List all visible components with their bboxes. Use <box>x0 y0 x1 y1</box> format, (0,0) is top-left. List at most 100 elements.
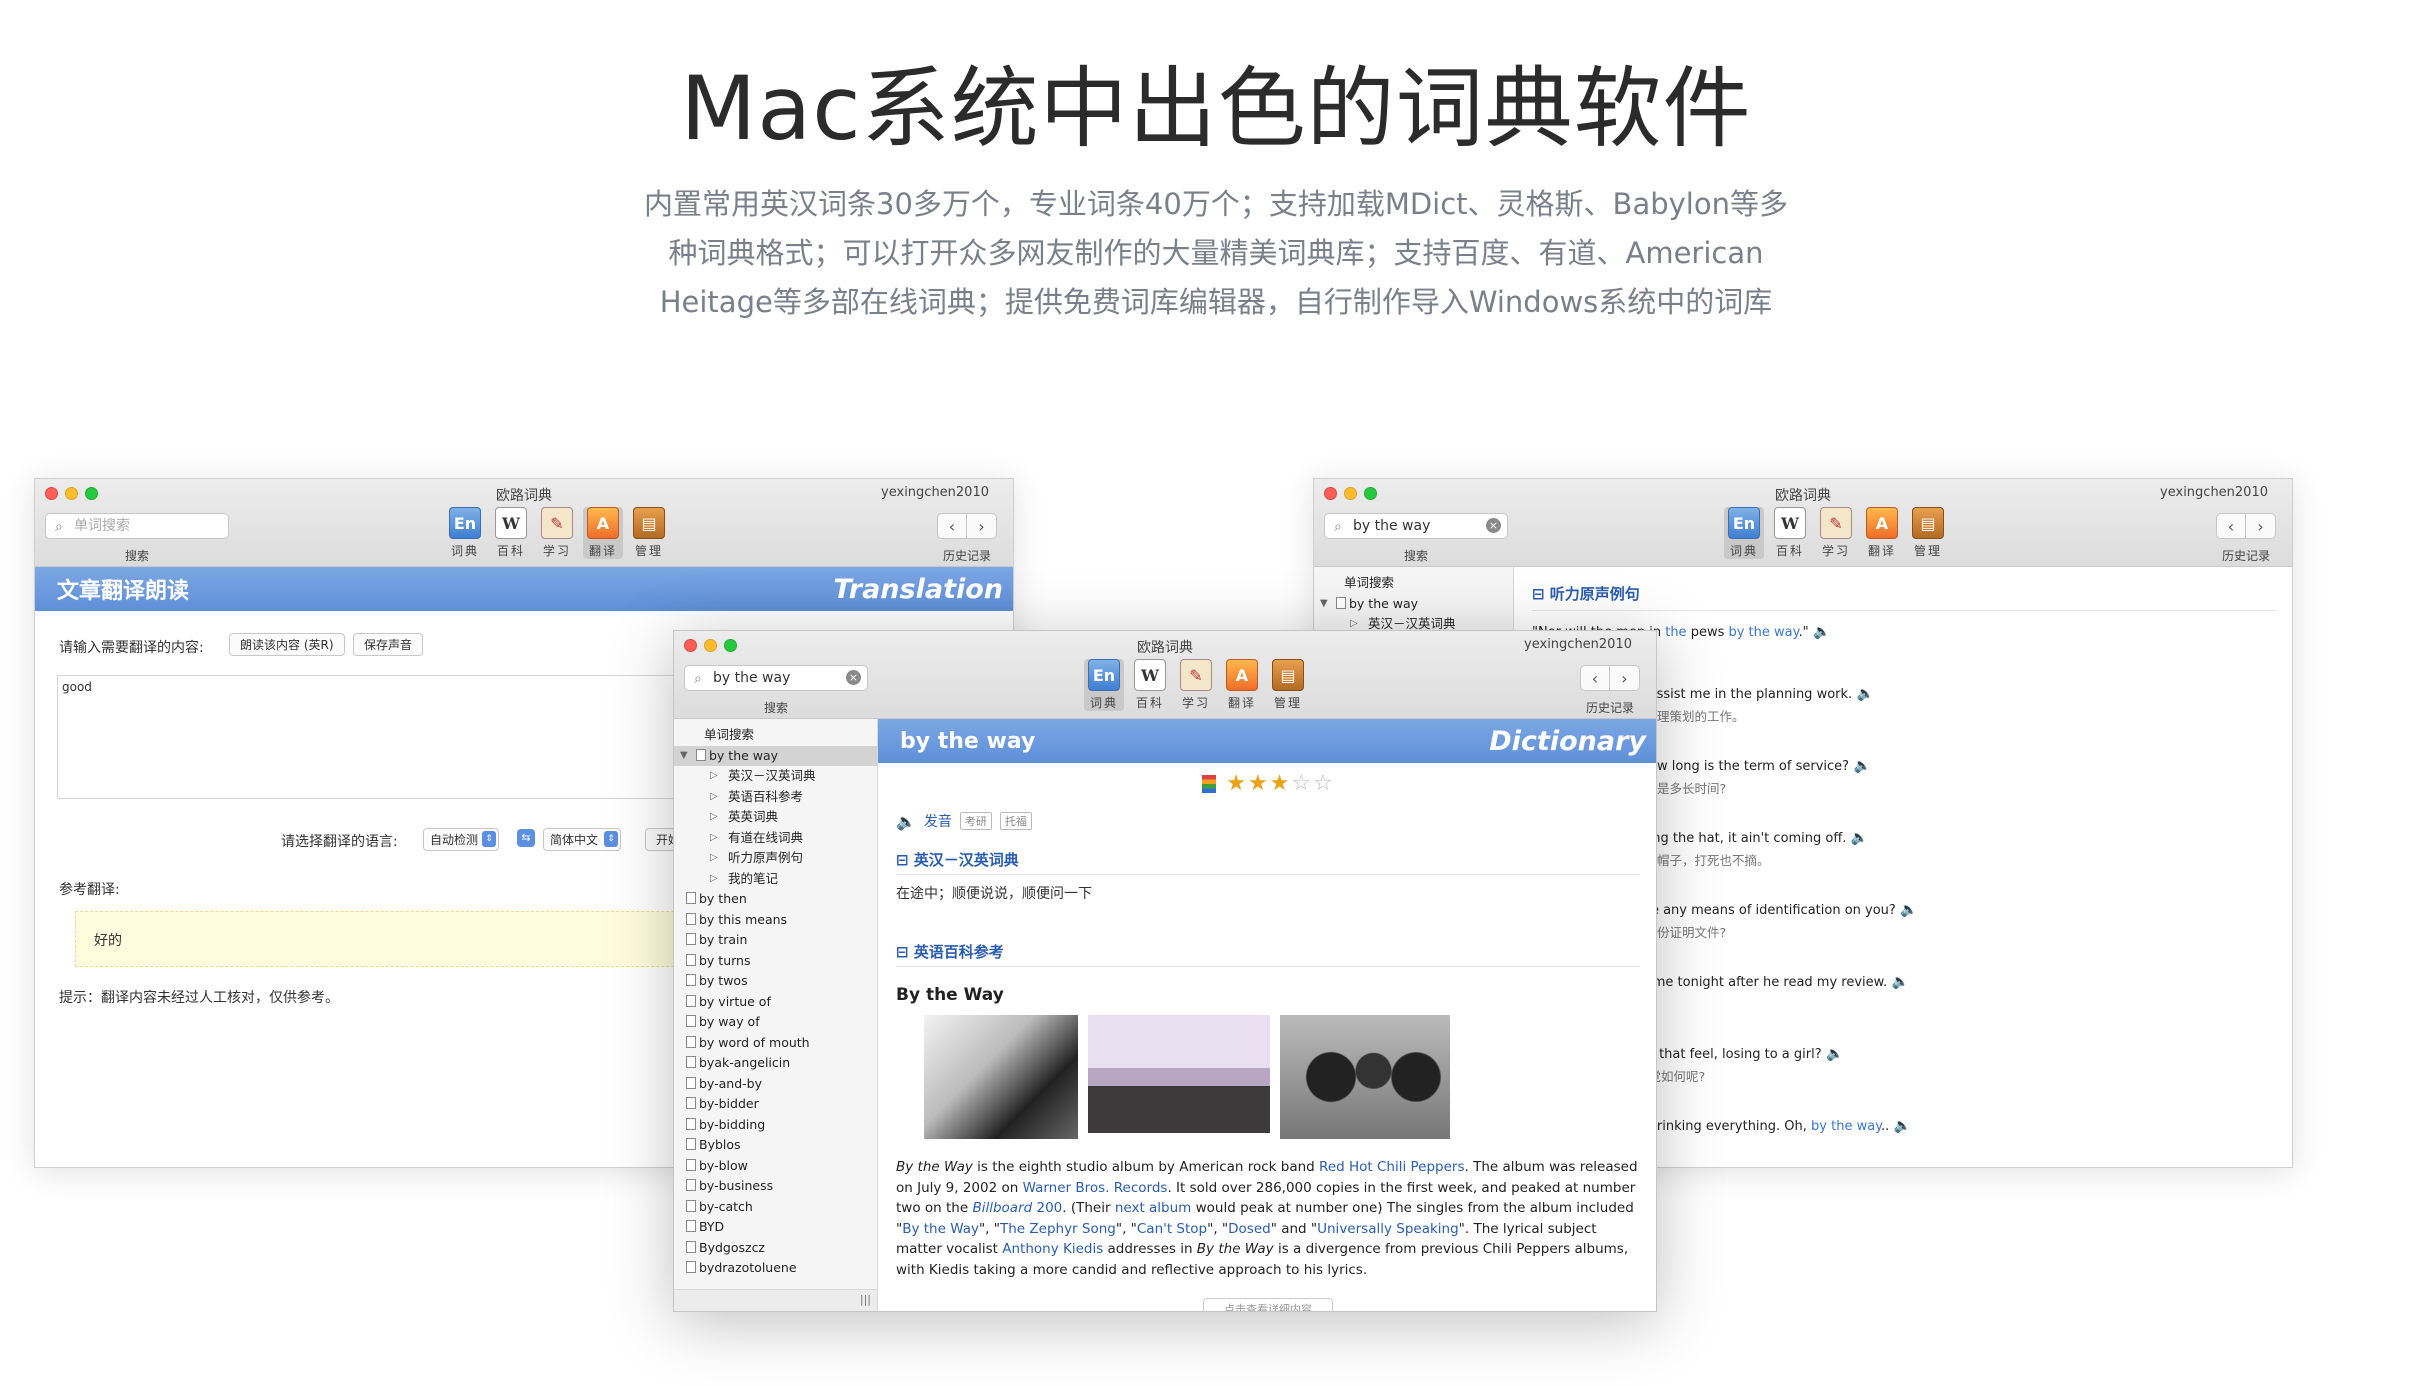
star-empty-icon[interactable]: ☆ <box>1313 771 1333 796</box>
sidebar-subentry[interactable]: ▷ 听力原声例句 <box>674 848 877 869</box>
forward-button[interactable]: › <box>1610 665 1640 691</box>
sidebar-word[interactable]: by-bidding <box>674 1115 877 1136</box>
album-cover-image[interactable] <box>924 1015 1078 1139</box>
tool-wiki[interactable]: W 百科 <box>1130 659 1170 711</box>
sidebar-subentry[interactable]: ▷ 英英词典 <box>674 807 877 828</box>
swap-language-icon[interactable]: ⇆ <box>517 829 535 847</box>
wiki-link[interactable]: Universally Speaking <box>1317 1221 1459 1237</box>
star-filled-icon[interactable]: ★ <box>1270 771 1290 796</box>
pronounce-link[interactable]: 发音 <box>924 811 952 831</box>
wiki-link[interactable]: The Zephyr Song <box>1000 1221 1116 1237</box>
disclosure-triangle-icon[interactable]: ▷ <box>710 869 718 890</box>
view-more-button[interactable]: 点击查看详细内容 <box>1203 1298 1333 1311</box>
tool-learn[interactable]: ✎ 学习 <box>537 507 577 559</box>
speaker-icon[interactable]: 🔈 <box>1852 686 1874 702</box>
forward-button[interactable]: › <box>2246 513 2276 539</box>
speaker-icon[interactable]: 🔈 <box>1889 1118 1911 1134</box>
tool-manage[interactable]: ▤ 管理 <box>629 507 669 559</box>
speaker-icon[interactable]: 🔈 <box>1809 624 1830 640</box>
sidebar-word[interactable]: by virtue of <box>674 992 877 1013</box>
search-input[interactable]: ⌕ 单词搜索 <box>45 513 229 539</box>
sidebar-word[interactable]: bydrazotoluene <box>674 1258 877 1279</box>
sidebar-word[interactable]: by-and-by <box>674 1074 877 1095</box>
concert-photo-image[interactable] <box>1088 1015 1270 1133</box>
back-button[interactable]: ‹ <box>2216 513 2246 539</box>
sidebar-entry[interactable]: ▼ by the way <box>1314 594 1513 615</box>
wiki-link[interactable]: 200 <box>1032 1200 1062 1216</box>
wiki-link[interactable]: Warner Bros. Records <box>1023 1180 1168 1196</box>
sidebar-subentry[interactable]: ▷ 英语百科参考 <box>674 787 877 808</box>
speaker-icon[interactable]: 🔈 <box>1846 830 1868 846</box>
read-aloud-button[interactable]: 朗读该内容 (英R) <box>229 633 345 656</box>
sidebar-subentry[interactable]: ▷ 我的笔记 <box>674 869 877 890</box>
section-title[interactable]: ⊟ 英汉－汉英词典 <box>896 849 1640 875</box>
tool-dictionary[interactable]: En 词典 <box>445 507 485 559</box>
sidebar-word[interactable]: by-blow <box>674 1156 877 1177</box>
tool-translate[interactable]: A 翻译 <box>1862 507 1902 559</box>
tool-manage[interactable]: ▤ 管理 <box>1908 507 1948 559</box>
sidebar-word[interactable]: by twos <box>674 971 877 992</box>
sidebar-word[interactable]: by then <box>674 889 877 910</box>
clear-search-icon[interactable]: × <box>846 670 861 685</box>
disclosure-triangle-icon[interactable]: ▷ <box>710 828 718 849</box>
target-language-select[interactable]: 简体中文 ⇕ <box>543 828 622 851</box>
star-filled-icon[interactable]: ★ <box>1248 771 1268 796</box>
wiki-link[interactable]: By the Way <box>902 1221 979 1237</box>
speaker-icon[interactable]: 🔈 <box>1822 1046 1843 1062</box>
speaker-icon[interactable]: 🔈 <box>1849 758 1870 774</box>
example-highlight[interactable]: by the way <box>1728 625 1798 640</box>
tool-manage[interactable]: ▤ 管理 <box>1268 659 1308 711</box>
tool-dictionary[interactable]: En 词典 <box>1084 659 1124 711</box>
forward-button[interactable]: › <box>967 513 997 539</box>
sidebar-word[interactable]: BYD <box>674 1217 877 1238</box>
speaker-icon[interactable]: 🔈 <box>1896 902 1917 918</box>
example-highlight[interactable]: the <box>1665 625 1686 640</box>
save-audio-button[interactable]: 保存声音 <box>353 633 424 656</box>
sidebar-word[interactable]: by train <box>674 930 877 951</box>
tool-wiki[interactable]: W 百科 <box>491 507 531 559</box>
tool-learn[interactable]: ✎ 学习 <box>1176 659 1216 711</box>
disclosure-triangle-icon[interactable]: ▷ <box>710 848 718 869</box>
sidebar-word[interactable]: by this means <box>674 910 877 931</box>
wiki-link[interactable]: Dosed <box>1228 1221 1271 1237</box>
wiki-link[interactable]: Red Hot Chili Peppers <box>1319 1159 1464 1175</box>
sidebar-word[interactable]: byak-angelicin <box>674 1053 877 1074</box>
star-filled-icon[interactable]: ★ <box>1226 771 1246 796</box>
sidebar-word[interactable]: by-bidder <box>674 1094 877 1115</box>
tool-translate[interactable]: A 翻译 <box>1222 659 1262 711</box>
search-input[interactable]: ⌕ by the way × <box>684 665 868 691</box>
sidebar-word[interactable]: Byblos <box>674 1135 877 1156</box>
speaker-icon[interactable]: 🔈 <box>896 812 916 831</box>
star-empty-icon[interactable]: ☆ <box>1291 771 1311 796</box>
sidebar-subentry[interactable]: ▷ 有道在线词典 <box>674 828 877 849</box>
sidebar-word[interactable]: by-business <box>674 1176 877 1197</box>
tool-dictionary[interactable]: En 词典 <box>1724 507 1764 559</box>
tool-learn[interactable]: ✎ 学习 <box>1816 507 1856 559</box>
sidebar-word[interactable]: by way of <box>674 1012 877 1033</box>
disclosure-triangle-icon[interactable]: ▷ <box>710 787 718 808</box>
wiki-link[interactable]: next album <box>1115 1200 1192 1216</box>
back-button[interactable]: ‹ <box>1580 665 1610 691</box>
search-input[interactable]: ⌕ by the way × <box>1324 513 1508 539</box>
disclosure-triangle-icon[interactable]: ▷ <box>710 807 718 828</box>
sidebar-entry-selected[interactable]: ▼ by the way <box>674 745 877 766</box>
sidebar-resize-handle[interactable]: ||| <box>674 1289 877 1311</box>
tool-wiki[interactable]: W 百科 <box>1770 507 1810 559</box>
star-rating[interactable]: ★★★☆☆ <box>1225 771 1334 796</box>
wiki-link[interactable]: Can't Stop <box>1137 1221 1207 1237</box>
sidebar-subentry[interactable]: ▷ 英汉－汉英词典 <box>674 766 877 787</box>
tool-translate[interactable]: A 翻译 <box>583 507 623 559</box>
sidebar-word[interactable]: by word of mouth <box>674 1033 877 1054</box>
back-button[interactable]: ‹ <box>937 513 967 539</box>
section-title[interactable]: ⊟ 英语百科参考 <box>896 941 1640 967</box>
disclosure-triangle-icon[interactable]: ▷ <box>710 766 718 787</box>
band-photo-image[interactable] <box>1280 1015 1450 1139</box>
source-language-select[interactable]: 自动检测 ⇕ <box>423 828 500 851</box>
sidebar-word[interactable]: by turns <box>674 951 877 972</box>
wiki-link[interactable]: Anthony Kiedis <box>1002 1241 1103 1257</box>
sidebar-word[interactable]: by-catch <box>674 1197 877 1218</box>
disclosure-triangle-icon[interactable]: ▼ <box>1320 594 1328 615</box>
wiki-link[interactable]: Billboard <box>972 1200 1032 1216</box>
example-highlight[interactable]: by the way <box>1811 1119 1881 1134</box>
sidebar-word[interactable]: Bydgoszcz <box>674 1238 877 1259</box>
